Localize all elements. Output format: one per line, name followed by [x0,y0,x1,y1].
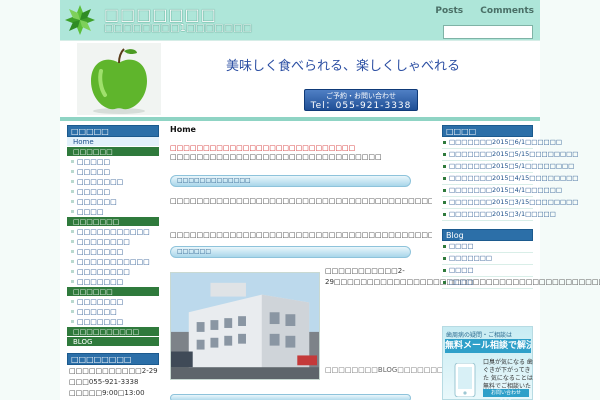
sidebar-item[interactable]: □□□□□□□ [67,277,159,287]
contact-button-caption: ご予約・お問い合わせ [326,92,396,100]
clinic-hours: □□□□□9:00□13:00 [69,389,145,397]
news-item[interactable]: □□□□□□□2015□5/1□□□□□□□□ [442,161,574,173]
section-heading-text: □□□□□□ [177,248,212,255]
blog-item[interactable]: □□□□□□□ [442,253,533,265]
news-item[interactable]: □□□□□□□2015□6/1□□□□□□ [442,137,562,149]
clinic-description: □□□□□□□□□□□2-29□□□□□□□□□□□□□□□□□ □□□□□□□□… [325,267,600,286]
sidebar-item[interactable]: □□□□□□ [67,287,159,297]
news-list: □□□□□□□2015□6/1□□□□□□ □□□□□□□2015□5/15□□□… [442,137,578,221]
sidebar-item[interactable]: □□□□□ [67,167,159,177]
sidebar-item[interactable]: □□□□□□□□ [67,237,159,247]
sidebar-item[interactable]: □□□□□□□ [67,177,159,187]
clinic-address: □□□□□□□□□□□2-29 [69,367,158,375]
sidebar-item[interactable]: □□□□□□□ [67,247,159,257]
comments-feed-link[interactable]: Comments [480,6,534,16]
section-heading-bottom: □□□□□□ [170,394,411,400]
banner-tagline: 美味しく食べられる、楽しくしゃべれる [226,59,461,74]
news-item[interactable]: □□□□□□□2015□4/1□□□□□□ [442,185,562,197]
clinic-info-heading: □□□□□□□□ [67,353,159,365]
right-sidebar: □□□□ □□□□□□□2015□6/1□□□□□□ □□□□□□□2015□5/… [442,125,578,289]
sidebar-item[interactable]: BLOG [67,337,159,347]
sidebar-heading: □□□□□ [67,125,159,137]
sidebar-item[interactable]: □□□□□□ [67,197,159,207]
apple-image [77,43,161,115]
sidebar-menu: Home □□□□□□ □□□□□ □□□□□ □□□□□□□ □□□□□ □□□□□□ □□… [67,137,159,347]
sidebar-item[interactable]: □□□□□□□□□□□ [67,257,159,267]
blog-note: □□□□□□□□BLOG□□□□□□□□□□□□ [325,366,477,374]
search-input[interactable] [443,25,533,39]
site-title[interactable]: □□□□□□□ [104,5,217,24]
sidebar-item[interactable]: □□□□□□□ [67,217,159,227]
sidebar-item[interactable]: □□□□□□□ [67,297,159,307]
blog-item[interactable]: □□□□ [442,241,533,253]
intro-paragraph: □□□□□□□□□□□□□□□□□□□□□□□□□□□□□□□□□□□□□□□□… [170,197,432,205]
section-heading-clinic: □□□□□□ [170,246,411,258]
leaf-logo-icon [65,5,95,35]
sidebar-item[interactable]: □□□□□ [67,157,159,167]
news-item[interactable]: □□□□□□□2015□5/15□□□□□□□□ [442,149,578,161]
contact-button[interactable]: ご予約・お問い合わせ Tel：055-921-3338 [304,89,418,111]
ad-title: 無料メール相談で解決 [445,339,531,353]
hero-banner: 美味しく食べられる、楽しくしゃべれる ご予約・お問い合わせ Tel：055-92… [60,40,540,118]
ad-caption: 歯周病の疑問・ご相談は [446,332,513,339]
sidebar-item[interactable]: □□□□□ [67,187,159,197]
ad-inquiry-button[interactable]: お問い合わせ >>> [483,389,529,400]
sidebar-item[interactable]: Home [67,137,159,147]
clinic-phone: □□□055-921-3338 [69,378,139,386]
mail-consult-banner[interactable]: 歯周病の疑問・ご相談は 無料メール相談で解決 口臭が気になる 歯ぐきが下がってき… [442,326,533,400]
notice-text: □□□□□□□□□□□□□□□□□□□□□□□□□□□□□□□□ [170,153,382,161]
sidebar-item[interactable]: □□□□□□ [67,307,159,317]
blog-heading: Blog [442,229,533,241]
page: { "header": { "title": "□□□□□□□", "subti… [0,0,600,400]
posts-feed-link[interactable]: Posts [435,6,463,16]
section-heading-greeting: □□□□□□□□□□□□□ [170,175,411,187]
smartphone-icon [454,363,476,397]
blog-item[interactable]: □□□□ [442,265,533,277]
left-sidebar: □□□□□ Home □□□□□□ □□□□□ □□□□□ □□□□□□□ □□□□□ □□… [67,125,159,398]
intro-paragraph-2: □□□□□□□□□□□□□□□□□□□□□□□□□□□□□□□□□□□□□□□□… [170,231,432,239]
notice-red[interactable]: □□□□□□□□□□□□□□□□□□□□□□□□□□□□ [170,144,432,153]
contact-phone: Tel：055-921-3338 [310,101,412,111]
site-subtitle: □□□□□□□□1□□□□□□□ [104,23,253,34]
page-title: Home [170,125,196,134]
clinic-building-photo [170,272,320,380]
feed-links: Posts Comments [421,6,534,16]
sidebar-item[interactable]: □□□□□□□ [67,317,159,327]
sidebar-item[interactable]: □□□□□□□□ [67,267,159,277]
sidebar-item[interactable]: □□□□ [67,207,159,217]
blog-item[interactable]: □□□□ [442,277,533,289]
sidebar-item[interactable]: □□□□□□ [67,147,159,157]
news-item[interactable]: □□□□□□□2015□4/15□□□□□□□□ [442,173,578,185]
sidebar-item[interactable]: □□□□□□□□□□ [67,327,159,337]
main-content: Home □□□□□□□□□□□□□□□□□□□□□□□□□□□□ □□□□□□… [170,125,432,162]
blog-list: □□□□ □□□□□□□ □□□□ □□□□ [442,241,533,289]
news-item[interactable]: □□□□□□□2015□3/15□□□□□□□□ [442,197,578,209]
sidebar-item[interactable]: □□□□□□□□□□□ [67,227,159,237]
news-heading: □□□□ [442,125,533,137]
news-item[interactable]: □□□□□□□2015□3/1□□□□□ [442,209,556,221]
section-heading-text: □□□□□□□□□□□□□ [177,177,251,184]
